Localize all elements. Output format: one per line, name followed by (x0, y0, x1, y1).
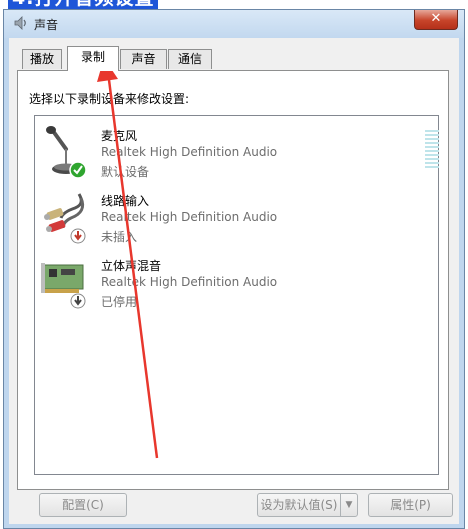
sound-card-icon (41, 263, 86, 309)
sound-dialog: 声音 ✕ 播放 录制 声音 通信 选择以下录制设备来修改设置: 麦克风 Real… (3, 9, 465, 529)
banner-heading: 4.打开音频设置 (8, 0, 159, 9)
device-description: Realtek High Definition Audio (101, 145, 278, 159)
configure-button[interactable]: 配置(C) (39, 493, 127, 517)
device-name: 线路输入 (101, 194, 150, 208)
tab-sounds[interactable]: 声音 (120, 49, 167, 69)
window-title: 声音 (34, 18, 59, 32)
tab-playback[interactable]: 播放 (22, 49, 62, 69)
tab-recording[interactable]: 录制 (67, 46, 119, 71)
unplugged-icon (70, 228, 86, 244)
device-name: 麦克风 (101, 129, 138, 143)
microphone-icon (46, 126, 87, 179)
device-name: 立体声混音 (101, 259, 162, 273)
device-status: 未插入 (101, 230, 138, 244)
properties-button[interactable]: 属性(P) (368, 493, 453, 517)
device-description: Realtek High Definition Audio (101, 275, 278, 289)
instruction-text: 选择以下录制设备来修改设置: (29, 92, 190, 106)
recording-device-list[interactable]: 麦克风 Realtek High Definition Audio 默认设备 线… (34, 115, 439, 475)
set-default-button[interactable]: 设为默认值(S) (257, 493, 341, 517)
device-microphone[interactable]: 麦克风 Realtek High Definition Audio 默认设备 (35, 123, 439, 189)
tab-communications[interactable]: 通信 (168, 49, 212, 69)
default-check-icon (69, 161, 87, 179)
title-bar: 声音 ✕ (4, 10, 464, 38)
device-stereo-mix[interactable]: 立体声混音 Realtek High Definition Audio 已停用 (35, 253, 438, 319)
device-description: Realtek High Definition Audio (101, 210, 278, 224)
device-status: 已停用 (101, 295, 138, 309)
tutorial-banner: 4.打开音频设置 (0, 0, 468, 9)
input-level-meter (425, 130, 439, 170)
line-in-cable-icon (44, 193, 86, 244)
set-default-dropdown[interactable]: ▼ (340, 493, 358, 517)
speaker-icon (14, 16, 26, 30)
dialog-client-area: 播放 录制 声音 通信 选择以下录制设备来修改设置: 麦克风 Realtek H… (9, 38, 459, 524)
disabled-icon (70, 293, 86, 309)
device-line-in[interactable]: 线路输入 Realtek High Definition Audio 未插入 (35, 188, 438, 254)
device-status: 默认设备 (101, 165, 150, 179)
close-button[interactable]: ✕ (414, 10, 458, 30)
